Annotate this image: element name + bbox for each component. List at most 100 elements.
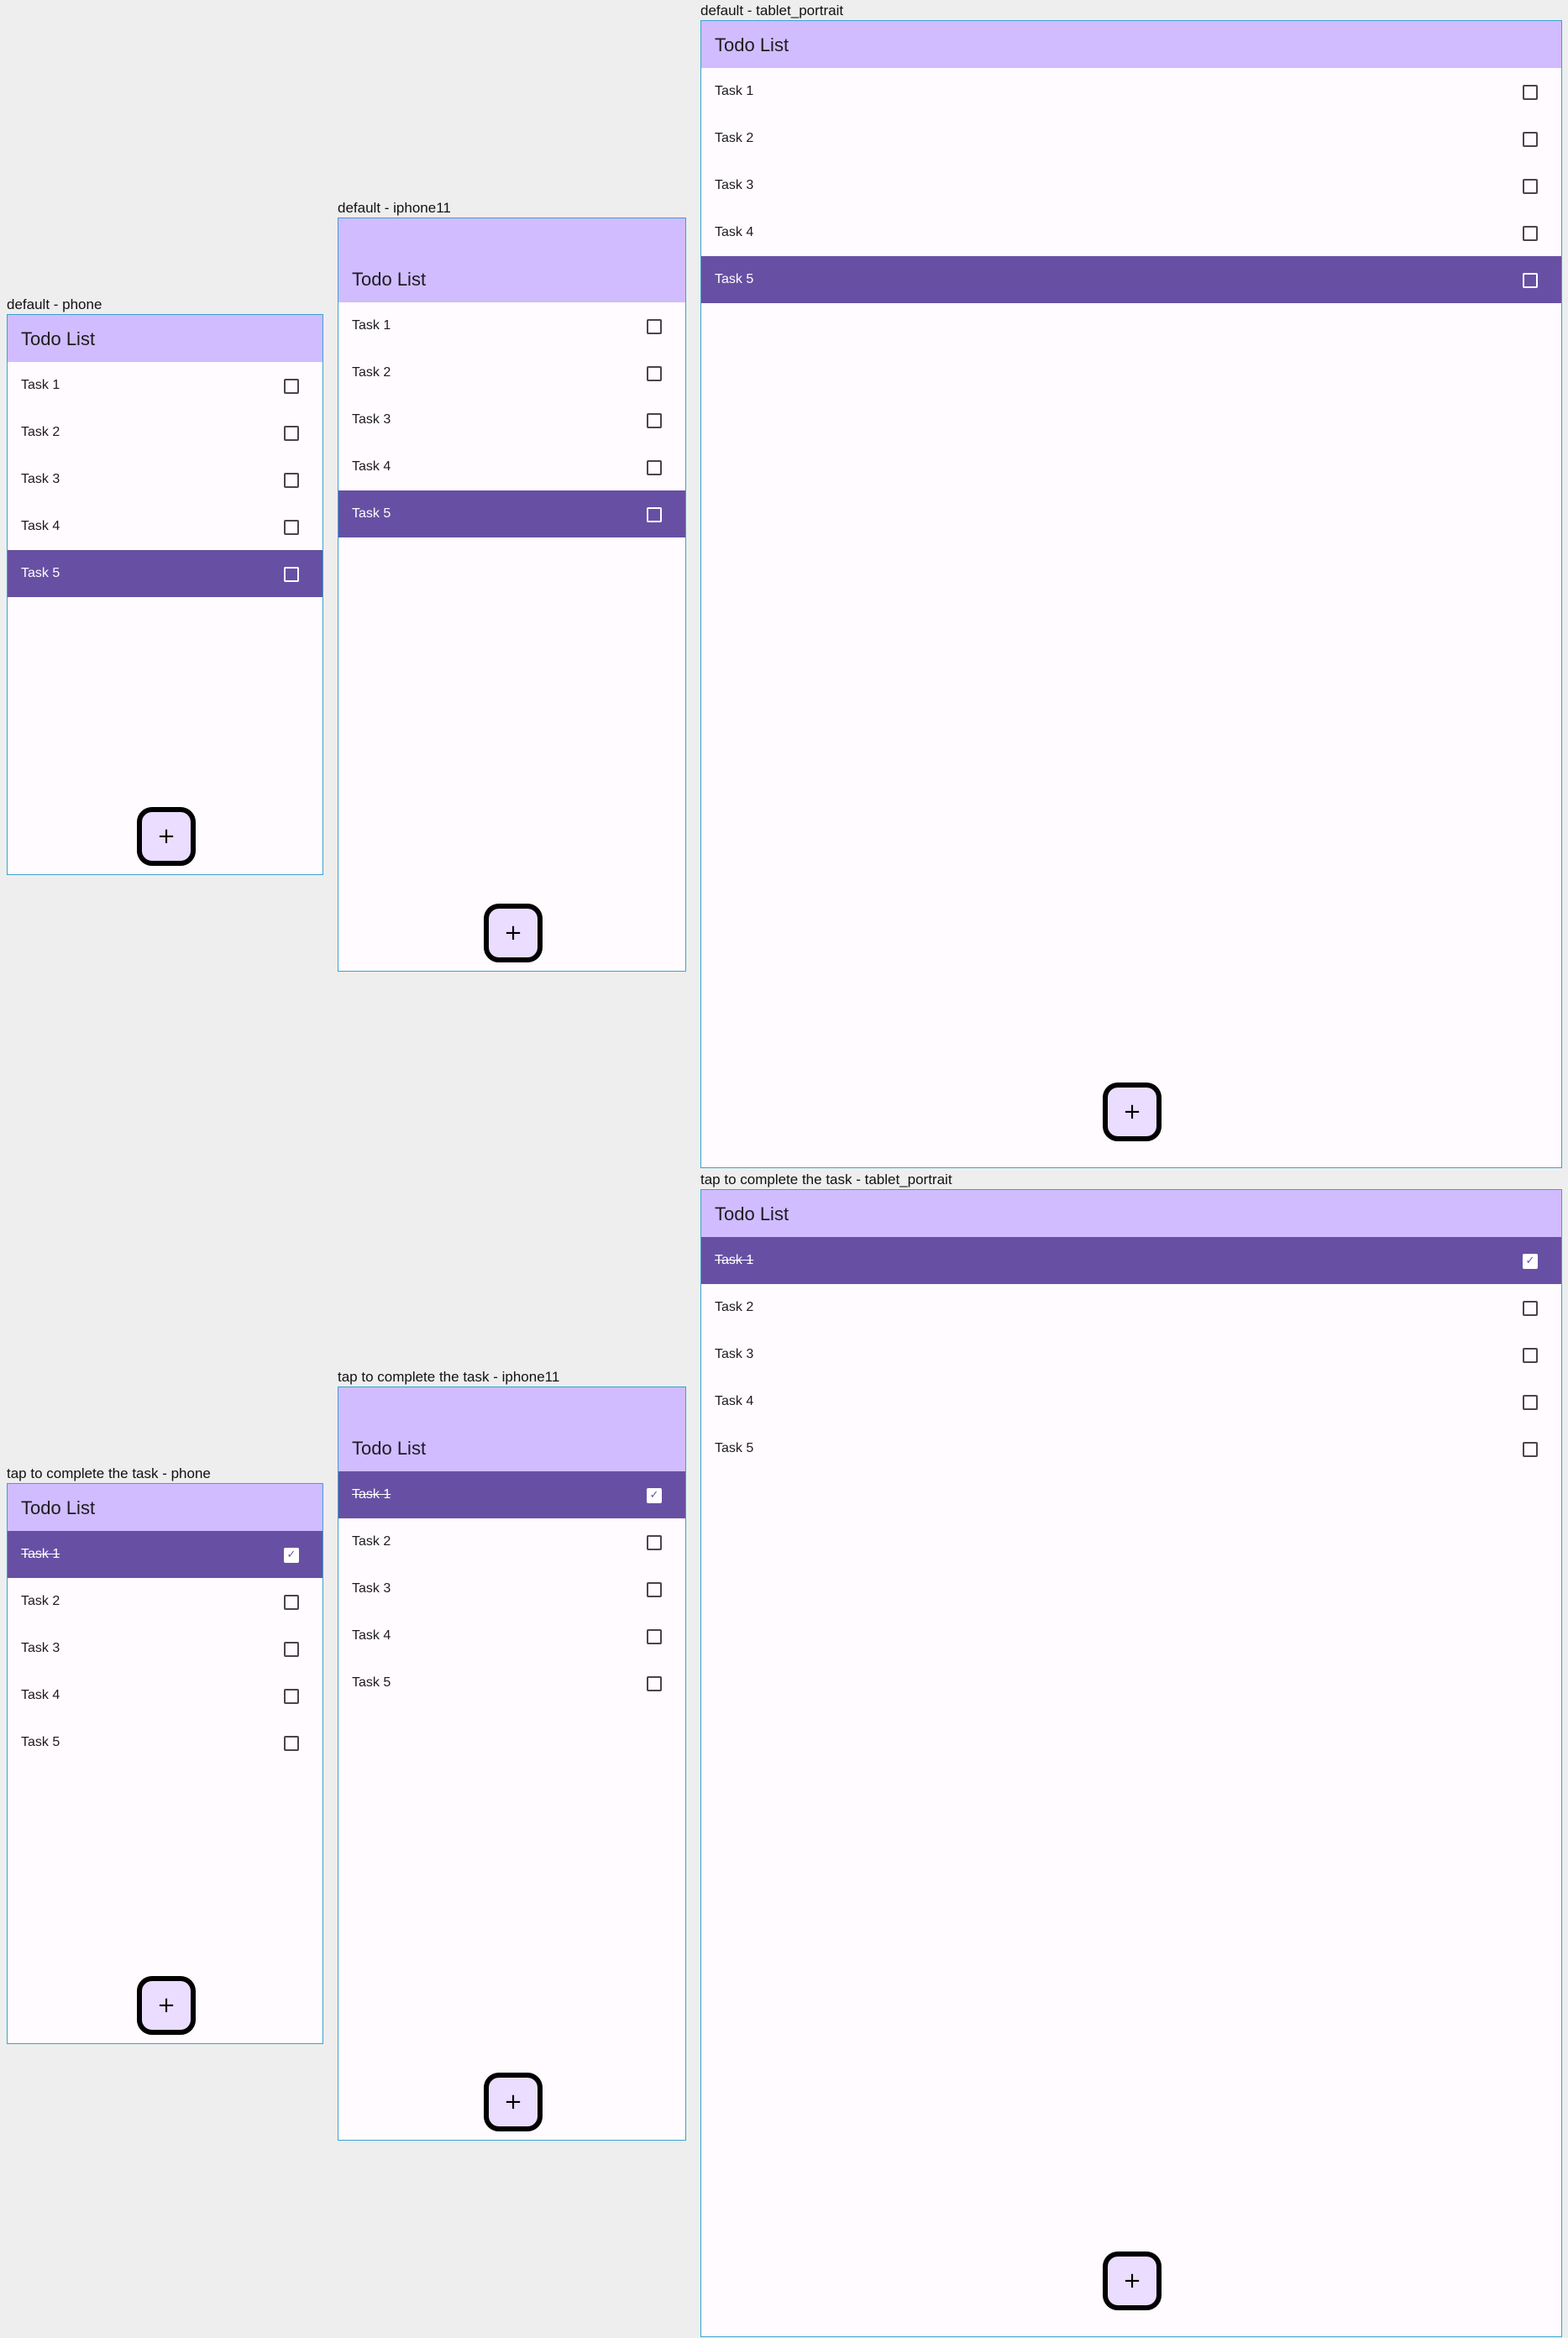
task-row[interactable]: Task 1 ✓ bbox=[338, 1471, 685, 1518]
task-row[interactable]: Task 2 bbox=[701, 115, 1561, 162]
checkbox[interactable] bbox=[1523, 1348, 1538, 1363]
task-row[interactable]: Task 4 bbox=[338, 1612, 685, 1659]
checkbox[interactable] bbox=[647, 1582, 662, 1597]
task-row[interactable]: Task 5 bbox=[338, 490, 685, 537]
task-label: Task 5 bbox=[21, 566, 60, 580]
task-label: Task 4 bbox=[715, 1394, 754, 1408]
task-label: Task 3 bbox=[21, 472, 60, 486]
preview-frame-iphone11: default - iphone11 Todo List Task 1 Task 2T… bbox=[338, 197, 686, 972]
device-screen: Todo List Task 1 Task 2 Task 3 Task 4 Task 5 + bbox=[700, 20, 1562, 1168]
task-row[interactable]: Task 3 bbox=[701, 162, 1561, 209]
task-row[interactable]: Task 1 ✓ bbox=[8, 1531, 323, 1578]
task-row[interactable]: Task 3 bbox=[338, 396, 685, 443]
checkbox[interactable] bbox=[647, 319, 662, 334]
checkbox[interactable] bbox=[284, 1595, 299, 1610]
task-list: Task 1 Task 2 Task 3 Task 4 Task 5 bbox=[701, 68, 1561, 303]
task-row[interactable]: Task 4 bbox=[8, 1672, 323, 1719]
checkbox[interactable] bbox=[284, 567, 299, 582]
task-label: Task 2 bbox=[21, 1594, 60, 1608]
add-task-button[interactable]: + bbox=[1103, 2252, 1162, 2310]
checkbox[interactable] bbox=[647, 1629, 662, 1644]
task-row[interactable]: Task 4 bbox=[701, 1378, 1561, 1425]
task-row[interactable]: Task 1 bbox=[701, 68, 1561, 115]
task-label: Task 1 bbox=[21, 1547, 60, 1561]
checkbox[interactable] bbox=[1523, 179, 1538, 194]
task-label: Task 5 bbox=[352, 506, 391, 521]
task-label: Task 3 bbox=[352, 1581, 391, 1596]
task-row[interactable]: Task 5 bbox=[8, 550, 323, 597]
checkbox[interactable] bbox=[1523, 1395, 1538, 1410]
checkbox[interactable] bbox=[1523, 226, 1538, 241]
task-row[interactable]: Task 4 bbox=[338, 443, 685, 490]
task-row[interactable]: Task 3 bbox=[8, 456, 323, 503]
checkbox[interactable] bbox=[284, 1736, 299, 1751]
task-row[interactable]: Task 1 bbox=[8, 362, 323, 409]
checkbox[interactable] bbox=[647, 507, 662, 522]
checkbox[interactable] bbox=[284, 1642, 299, 1657]
task-row[interactable]: Task 4 bbox=[701, 209, 1561, 256]
task-row[interactable]: Task 2 bbox=[338, 1518, 685, 1565]
checkbox[interactable] bbox=[284, 426, 299, 441]
checkbox-checked[interactable]: ✓ bbox=[284, 1548, 299, 1563]
task-row[interactable]: Task 3 bbox=[338, 1565, 685, 1612]
checkbox[interactable] bbox=[647, 460, 662, 475]
preview-label: default - tablet_portrait bbox=[700, 3, 844, 18]
checkbox[interactable] bbox=[647, 413, 662, 428]
checkbox[interactable] bbox=[647, 366, 662, 381]
task-row[interactable]: Task 2 bbox=[701, 1284, 1561, 1331]
task-label: Task 1 bbox=[352, 318, 391, 333]
task-row[interactable]: Task 2 bbox=[338, 349, 685, 396]
task-row[interactable]: Task 4 bbox=[8, 503, 323, 550]
checkbox[interactable] bbox=[1523, 1301, 1538, 1316]
task-row[interactable]: Task 5 bbox=[338, 1659, 685, 1706]
checkmark-icon: ✓ bbox=[286, 1549, 296, 1561]
checkbox[interactable] bbox=[284, 379, 299, 394]
task-label: Task 1 bbox=[21, 378, 60, 392]
task-row[interactable]: Task 2 bbox=[8, 1578, 323, 1625]
add-task-button[interactable]: + bbox=[137, 807, 196, 866]
checkbox[interactable] bbox=[1523, 273, 1538, 288]
checkbox[interactable] bbox=[284, 1689, 299, 1704]
checkbox-checked[interactable]: ✓ bbox=[647, 1488, 662, 1503]
checkbox[interactable] bbox=[284, 473, 299, 488]
add-task-button[interactable]: + bbox=[137, 1976, 196, 2035]
task-row[interactable]: Task 5 bbox=[701, 256, 1561, 303]
checkbox[interactable] bbox=[1523, 85, 1538, 100]
app-title: Todo List bbox=[715, 34, 789, 55]
task-row[interactable]: Task 3 bbox=[8, 1625, 323, 1672]
preview-frame-phone: tap to complete the task - phone Todo Lis… bbox=[7, 1463, 323, 2044]
task-row[interactable]: Task 1 bbox=[338, 302, 685, 349]
task-label: Task 1 bbox=[715, 1253, 754, 1267]
task-label: Task 3 bbox=[21, 1641, 60, 1655]
add-task-button[interactable]: + bbox=[1103, 1083, 1162, 1141]
checkbox-checked[interactable]: ✓ bbox=[1523, 1254, 1538, 1269]
task-row[interactable]: Task 1 ✓ bbox=[701, 1237, 1561, 1284]
add-task-button[interactable]: + bbox=[484, 904, 543, 962]
task-row[interactable]: Task 2 bbox=[8, 409, 323, 456]
device-screen: Todo List Task 1 Task 2 Task 3 Task 4 Task 5 + bbox=[7, 314, 323, 875]
checkbox[interactable] bbox=[1523, 132, 1538, 147]
preview-label: default - iphone11 bbox=[338, 200, 451, 216]
app-title: Todo List bbox=[21, 1497, 96, 1518]
task-label: Task 5 bbox=[352, 1675, 391, 1690]
task-label: Task 1 bbox=[352, 1487, 391, 1502]
task-label: Task 5 bbox=[715, 272, 754, 286]
checkbox[interactable] bbox=[647, 1676, 662, 1691]
task-list: Task 1 ✓ Task 2 Task 3 Task 4 Task 5 bbox=[701, 1237, 1561, 1472]
preview-label: default - phone bbox=[7, 296, 102, 312]
task-row[interactable]: Task 5 bbox=[701, 1425, 1561, 1472]
add-task-button[interactable]: + bbox=[484, 2073, 543, 2131]
checkbox[interactable] bbox=[1523, 1442, 1538, 1457]
task-label: Task 2 bbox=[352, 1534, 391, 1549]
checkbox[interactable] bbox=[647, 1535, 662, 1550]
task-label: Task 4 bbox=[352, 1628, 391, 1643]
preview-frame-iphone11: tap to complete the task - iphone11 Todo … bbox=[338, 1366, 686, 2141]
task-label: Task 4 bbox=[715, 225, 754, 239]
task-label: Task 3 bbox=[715, 178, 754, 192]
task-row[interactable]: Task 3 bbox=[701, 1331, 1561, 1378]
app-title: Todo List bbox=[21, 328, 96, 349]
checkbox[interactable] bbox=[284, 520, 299, 535]
task-label: Task 2 bbox=[352, 365, 391, 380]
preview-frame-tablet-portrait: tap to complete the task - tablet_portra… bbox=[700, 1169, 1562, 2337]
task-row[interactable]: Task 5 bbox=[8, 1719, 323, 1766]
